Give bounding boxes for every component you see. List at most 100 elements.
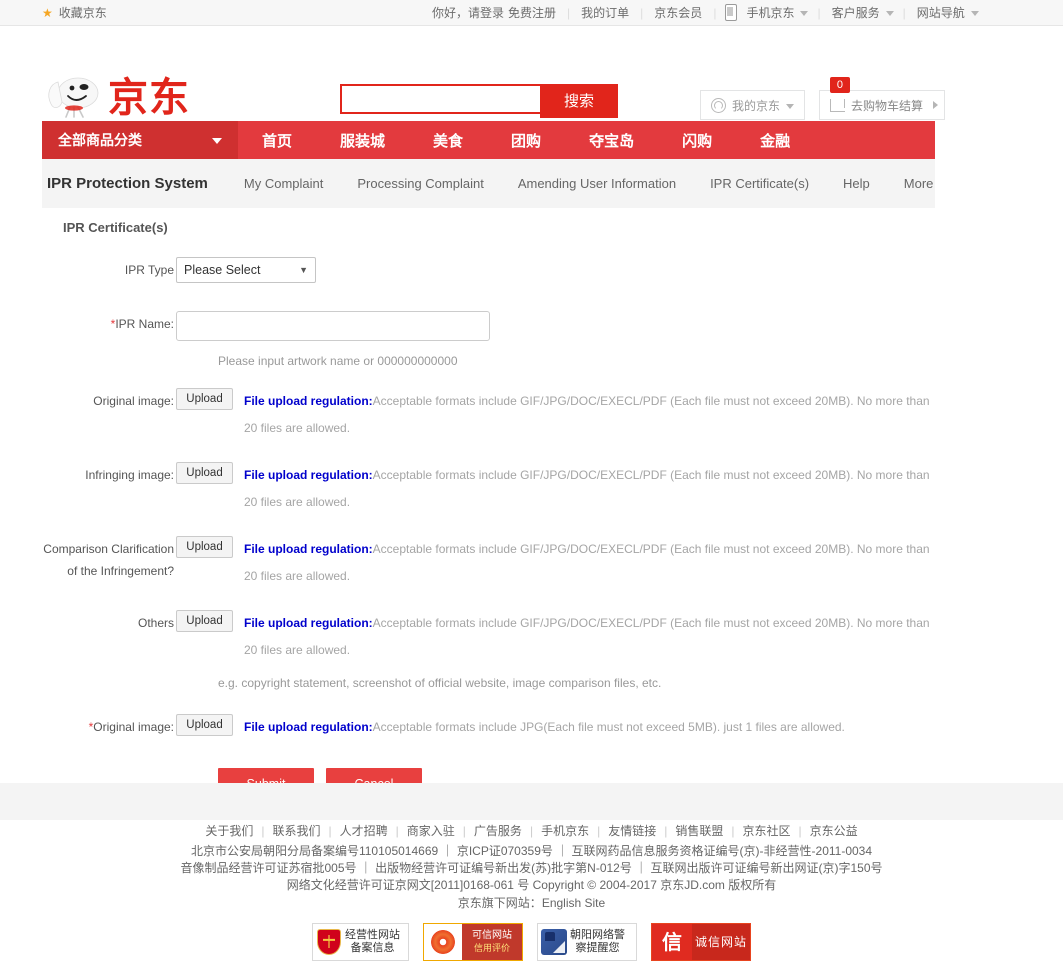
footer-link-about[interactable]: 关于我们 (197, 824, 261, 838)
site-header: 京东 搜索 我的京东 去购物车结算 0 (0, 26, 1063, 122)
nav-item-fashion[interactable]: 服装城 (316, 121, 409, 159)
tab-processing-complaint[interactable]: Processing Complaint (357, 176, 483, 191)
footer-copyright-line: 网络文化经营许可证京网文[2011]0168-061 号 Copyright ©… (286, 878, 777, 892)
regulation-label: File upload regulation: (244, 468, 373, 482)
shield-icon (317, 929, 341, 955)
upload-button-original-image-required[interactable]: Upload (176, 714, 233, 736)
infringing-image-row: Infringing image: Upload File upload reg… (42, 462, 935, 516)
tab-amending-user-information[interactable]: Amending User Information (518, 176, 676, 191)
login-link[interactable]: 你好，请登录 (430, 4, 506, 21)
regulation-others: File upload regulation:Acceptable format… (244, 610, 935, 664)
customer-service-label[interactable]: 客户服务 (830, 4, 882, 21)
tab-help[interactable]: Help (843, 176, 870, 191)
original-image-required-row: *Original image: Upload File upload regu… (42, 714, 935, 741)
my-jd-button[interactable]: 我的京东 (699, 90, 805, 120)
footer-link-friendly[interactable]: 友情链接 (600, 824, 664, 838)
ipr-name-hint: Please input artwork name or 00000000000… (218, 354, 458, 368)
nav-item-treasure[interactable]: 夺宝岛 (565, 121, 658, 159)
ipr-name-label-text: IPR Name: (115, 317, 174, 331)
chevron-right-icon (933, 101, 938, 109)
site-nav-menu[interactable]: 网站导航 (915, 4, 979, 21)
upload-button-others[interactable]: Upload (176, 610, 233, 632)
mobile-jd-menu[interactable]: 手机京东 (725, 4, 809, 21)
footer-sites-prefix: 京东旗下网站： (457, 896, 542, 910)
badge-1-text: 经营性网站 备案信息 (345, 929, 400, 955)
footer-link-advertising[interactable]: 广告服务 (466, 824, 530, 838)
integrity-seal-icon: 信 (652, 924, 692, 960)
all-categories-label: 全部商品分类 (58, 133, 142, 149)
cart-button[interactable]: 去购物车结算 0 (818, 77, 945, 120)
ipr-name-row: *IPR Name: (42, 311, 935, 341)
customer-service-menu[interactable]: 客户服务 (830, 4, 894, 21)
my-jd-label: 我的京东 (731, 98, 780, 113)
chevron-down-icon (885, 11, 894, 16)
regulation-infringing-image: File upload regulation:Acceptable format… (244, 462, 935, 516)
chevron-down-icon (970, 11, 979, 16)
person-icon (710, 97, 726, 113)
separator: | (640, 5, 644, 20)
star-icon: ★ (42, 5, 53, 20)
search-input[interactable] (340, 84, 540, 114)
upload-button-infringing-image[interactable]: Upload (176, 462, 233, 484)
top-bar: ★ 收藏京东 你好，请登录 免费注册 | 我的订单 | 京东会员 | 手机京东 … (0, 0, 1063, 26)
regulation-original-image: File upload regulation:Acceptable format… (244, 388, 935, 442)
badge-3-line-2: 察提醒您 (575, 942, 620, 954)
badge-3-text: 朝阳网络警 察提醒您 (570, 929, 625, 955)
my-orders-link[interactable]: 我的订单 (579, 4, 631, 21)
badge-4-text: 诚信网站 (694, 934, 747, 949)
mobile-jd-label[interactable]: 手机京东 (744, 4, 796, 21)
jd-logo[interactable]: 京东 (42, 74, 190, 118)
site-nav-label[interactable]: 网站导航 (915, 4, 967, 21)
upload-button-original-image[interactable]: Upload (176, 388, 233, 410)
badge-business-website-record[interactable]: 经营性网站 备案信息 (312, 923, 409, 961)
comparison-clarification-row: Comparison Clarification of the Infringe… (42, 536, 935, 590)
favorite-jd-link[interactable]: 收藏京东 (57, 4, 109, 21)
footer-badges: 经营性网站 备案信息 可信网站 信用评价 朝阳网络警 察提醒您 信 诚信网站 (0, 923, 1063, 961)
footer-link-mobile[interactable]: 手机京东 (533, 824, 597, 838)
footer-link-alliance[interactable]: 销售联盟 (667, 824, 731, 838)
footer-link-charity[interactable]: 京东公益 (802, 824, 866, 838)
ipr-subnav: IPR Protection System My Complaint Proce… (42, 159, 935, 208)
badge-chaoyang-police[interactable]: 朝阳网络警 察提醒您 (537, 923, 637, 961)
footer-link-jobs[interactable]: 人才招聘 (332, 824, 396, 838)
nav-item-food[interactable]: 美食 (409, 121, 487, 159)
tab-more[interactable]: More (904, 176, 934, 191)
member-link[interactable]: 京东会员 (652, 4, 704, 21)
footer-license-line-1: 北京市公安局朝阳分局备案编号110105014669 ｜ 京ICP证070359… (190, 844, 873, 858)
footer-link-community[interactable]: 京东社区 (734, 824, 798, 838)
upload-button-comparison-clarification[interactable]: Upload (176, 536, 233, 558)
all-categories-button[interactable]: 全部商品分类 (42, 121, 238, 159)
badge-1-line-1: 经营性网站 (345, 929, 400, 941)
phone-icon (725, 4, 738, 21)
search-button[interactable]: 搜索 (540, 84, 618, 118)
tab-my-complaint[interactable]: My Complaint (244, 176, 323, 191)
regulation-label: File upload regulation: (244, 542, 373, 556)
ipr-name-input[interactable] (176, 311, 490, 341)
nav-item-home[interactable]: 首页 (238, 121, 316, 159)
badge-integrity-website[interactable]: 信 诚信网站 (651, 923, 751, 961)
page-title: IPR Protection System (47, 175, 208, 192)
others-row: Others Upload File upload regulation:Acc… (42, 610, 935, 664)
separator: | (902, 5, 906, 20)
separator: | (567, 5, 571, 20)
register-link[interactable]: 免费注册 (506, 4, 558, 21)
nav-item-finance[interactable]: 金融 (736, 121, 814, 159)
tab-ipr-certificates[interactable]: IPR Certificate(s) (710, 176, 809, 191)
footer-license-line-2: 音像制品经营许可证苏宿批005号 ｜ 出版物经营许可证编号新出发(苏)批字第N-… (180, 861, 883, 875)
original-image-label: Original image: (93, 394, 174, 408)
jd-dog-icon (42, 74, 102, 118)
nav-item-groupbuy[interactable]: 团购 (487, 121, 565, 159)
ipr-type-select[interactable]: Please Select ▼ (176, 257, 316, 283)
badge-trusted-website[interactable]: 可信网站 信用评价 (423, 923, 523, 961)
badge-3-line-1: 朝阳网络警 (570, 929, 625, 941)
footer-english-site-link[interactable]: English Site (542, 896, 605, 910)
regulation-comparison-clarification: File upload regulation:Acceptable format… (244, 536, 935, 590)
footer-link-merchant[interactable]: 商家入驻 (399, 824, 463, 838)
badge-2-line-1: 可信网站 (472, 930, 512, 941)
nav-item-flashsale[interactable]: 闪购 (658, 121, 736, 159)
police-icon (541, 929, 567, 955)
regulation-label: File upload regulation: (244, 616, 373, 630)
footer-link-contact[interactable]: 联系我们 (265, 824, 329, 838)
comparison-clarification-label: Comparison Clarification of the Infringe… (43, 542, 174, 578)
site-footer: 关于我们 | 联系我们 | 人才招聘 | 商家入驻 | 广告服务 | 手机京东 | 友情链接 | 销售联盟 |… (0, 820, 1063, 961)
